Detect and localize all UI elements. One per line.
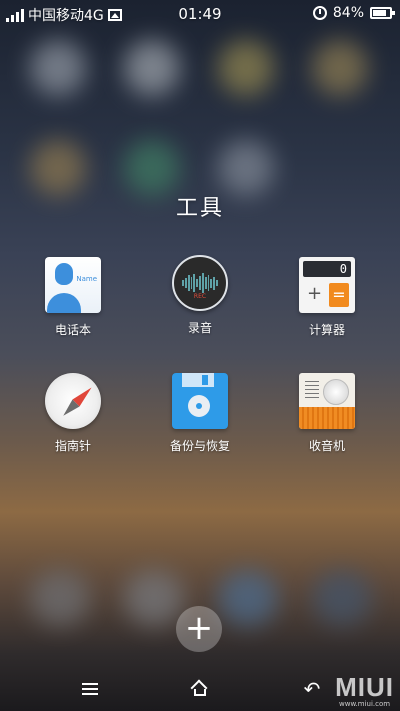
- equals-key: =: [329, 283, 349, 307]
- menu-icon[interactable]: [70, 672, 110, 706]
- blurred-app-icon: [124, 570, 184, 626]
- blurred-app-icon: [218, 570, 278, 626]
- add-app-button[interactable]: +: [176, 606, 222, 652]
- battery-icon: [370, 7, 395, 19]
- waveform: [182, 273, 218, 293]
- compass-icon: [45, 373, 101, 429]
- blurred-app-icon: [124, 140, 180, 196]
- recorder-icon: REC: [172, 255, 228, 311]
- app-label: 电话本: [54, 323, 91, 337]
- app-label: 指南针: [54, 439, 91, 453]
- backup-icon: [172, 373, 228, 429]
- blurred-app-icon: [218, 40, 274, 96]
- alarm-icon: [312, 6, 327, 20]
- contacts-icon: Name: [45, 257, 101, 313]
- status-right: 84%: [312, 5, 395, 21]
- app-backup-restore[interactable]: 备份与恢复: [140, 373, 260, 454]
- app-compass[interactable]: 指南针: [13, 373, 133, 454]
- blurred-app-icon: [30, 570, 90, 626]
- home-icon: [191, 681, 209, 697]
- watermark-brand: MIUI: [335, 672, 394, 702]
- app-contacts[interactable]: Name 电话本: [13, 257, 133, 338]
- miui-watermark: MIUI www.miui.com: [335, 672, 394, 708]
- app-label: 备份与恢复: [169, 439, 230, 453]
- rec-badge: REC: [193, 293, 207, 300]
- app-label: 计算器: [308, 323, 345, 337]
- folder-title: 工具: [175, 196, 224, 221]
- blurred-app-icon: [30, 140, 86, 196]
- plus-key: +: [307, 283, 323, 304]
- radio-icon: [299, 373, 355, 429]
- app-radio[interactable]: 收音机: [267, 373, 387, 454]
- status-bar: 中国移动4G 01:49 84%: [0, 0, 400, 28]
- watermark-url: www.miui.com: [339, 700, 391, 708]
- contacts-name-text: Name: [76, 275, 97, 283]
- blurred-app-icon: [30, 40, 86, 96]
- calculator-icon: 0 + =: [299, 257, 355, 313]
- app-label: 录音: [187, 321, 212, 335]
- app-calculator[interactable]: 0 + = 计算器: [267, 257, 387, 338]
- app-label: 收音机: [308, 439, 345, 453]
- blurred-app-icon: [124, 40, 180, 96]
- home-button[interactable]: [180, 672, 220, 706]
- app-recorder[interactable]: REC 录音: [140, 255, 260, 336]
- battery-percent: 84%: [332, 5, 364, 21]
- blurred-app-icon: [218, 140, 274, 196]
- blurred-app-icon: [312, 570, 372, 626]
- battery-fill: [373, 10, 386, 16]
- blurred-app-icon: [312, 40, 368, 96]
- back-icon[interactable]: ↶: [292, 672, 332, 706]
- calculator-display: 0: [303, 261, 351, 277]
